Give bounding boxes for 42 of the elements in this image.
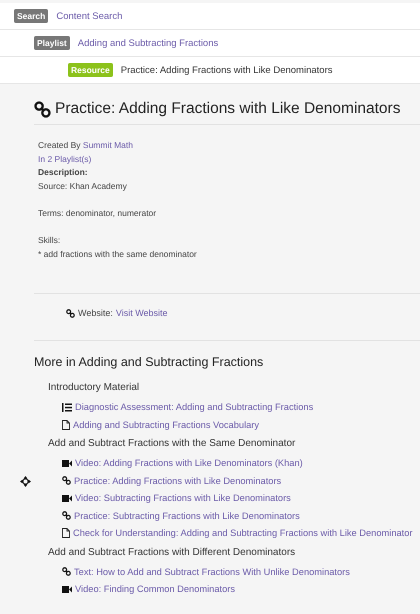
resource-link[interactable]: Video: Adding Fractions with Like Denominators (Khan)	[75, 458, 303, 468]
list-icon	[62, 402, 72, 412]
breadcrumb-link[interactable]: Adding and Subtracting Fractions	[78, 38, 218, 48]
playlists-link[interactable]: In 2 Playlist(s)	[38, 154, 92, 164]
terms-text: Terms: denominator, numerator	[38, 208, 156, 218]
resource-link[interactable]: Diagnostic Assessment: Adding and Subtracting Fractions	[75, 402, 314, 412]
link-icon	[66, 308, 75, 318]
type-badge: Resource	[68, 63, 113, 77]
video-camera-icon	[62, 586, 72, 593]
resource-link[interactable]: Practice: Subtracting Fractions with Like Denominators	[74, 510, 300, 521]
resource-link[interactable]: Check for Understanding: Adding and Subtracting Fractions with Like Denominator	[73, 528, 413, 538]
website-link[interactable]: Visit Website	[116, 308, 168, 318]
link-icon	[62, 476, 71, 486]
resource-link[interactable]: Text: How to Add and Subtract Fractions With Unlike Denominators	[74, 566, 350, 577]
website-label: Website:	[78, 308, 113, 318]
resource-link[interactable]: Video: Subtracting Fractions with Like Denominators	[75, 493, 291, 504]
document-icon	[62, 420, 70, 430]
link-icon	[62, 511, 71, 520]
type-badge: Playlist	[34, 36, 70, 50]
resource-link[interactable]: Adding and Subtracting Fractions Vocabulary	[73, 420, 260, 430]
author-link[interactable]: Summit Math	[82, 140, 133, 150]
description-label: Description:	[38, 167, 88, 178]
source-text: Source: Khan Academy	[38, 180, 127, 191]
skills-label: Skills:	[38, 235, 60, 246]
resource-link[interactable]: Video: Finding Common Denominators	[75, 584, 236, 594]
document-icon	[62, 528, 70, 538]
video-camera-icon	[62, 460, 72, 467]
resource-link[interactable]: Practice: Adding Fractions with Like Denominators	[74, 476, 282, 486]
type-badge: Search	[14, 9, 48, 23]
link-icon	[62, 567, 71, 576]
group-title: Introductory Material	[47, 381, 140, 396]
link-icon	[34, 100, 51, 118]
current-page-label: Practice: Adding Fractions with Like Denominators	[120, 64, 332, 76]
skill-text: * add fractions with the same denominator	[38, 248, 197, 259]
created-by-label: Created By	[38, 140, 81, 150]
breadcrumb-link[interactable]: Content Search	[56, 10, 122, 22]
group-title: Add and Subtract Fractions with Different Denominators	[47, 546, 296, 560]
group-title: Add and Subtract Fractions with the Same Denominator	[47, 437, 296, 452]
move-icon[interactable]	[20, 476, 31, 487]
section-heading: More in Adding and Subtracting Fractions	[34, 354, 264, 372]
page-title: Practice: Adding Fractions with Like Denominators	[55, 100, 400, 118]
video-camera-icon	[62, 494, 72, 502]
